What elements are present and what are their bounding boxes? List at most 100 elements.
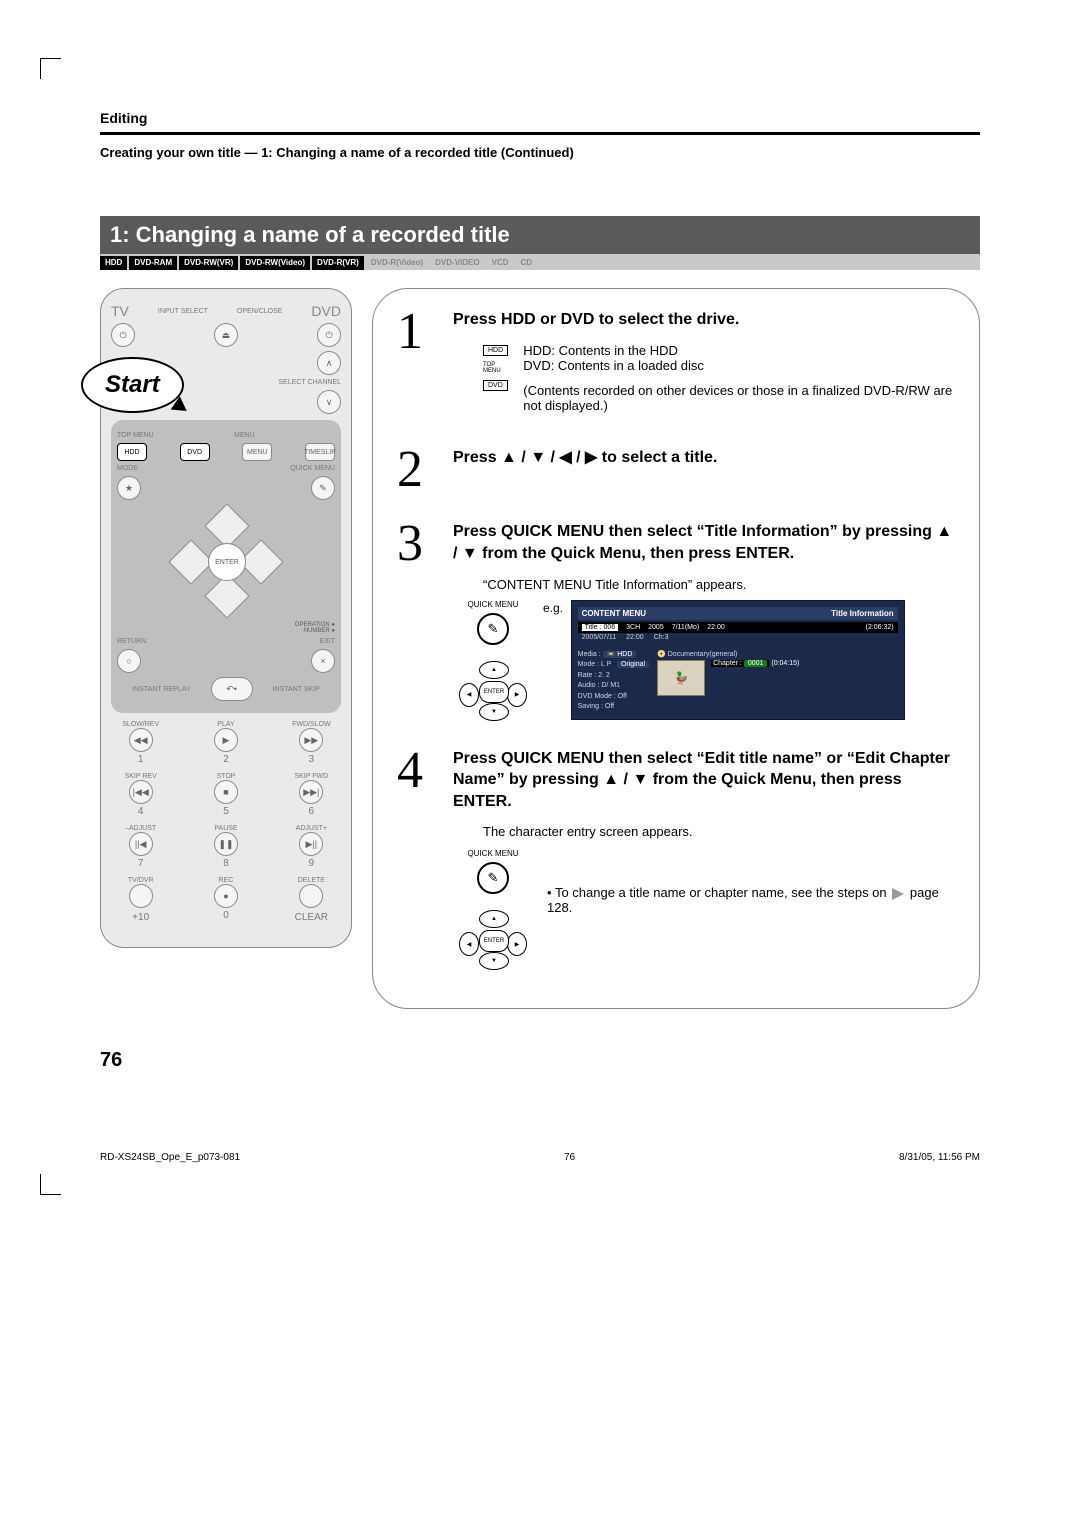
adjust-minus-label: –ADJUST	[111, 825, 170, 832]
num-8: 8	[196, 858, 255, 869]
step-4: 4 Press QUICK MENU then select “Edit tit…	[397, 748, 955, 969]
power-tv-button: ⏻	[111, 323, 135, 347]
media-compat-row: HDD DVD-RAM DVD-RW(VR) DVD-RW(Video) DVD…	[100, 254, 980, 270]
osd-ch2: Ch:3	[654, 634, 669, 641]
step-4-heading: Press QUICK MENU then select “Edit title…	[453, 748, 955, 813]
select-channel-label: SELECT CHANNEL	[278, 379, 341, 386]
divider	[100, 132, 980, 135]
skip-fwd-button: ▶▶|	[299, 780, 323, 804]
step-3: 3 Press QUICK MENU then select “Title In…	[397, 521, 955, 719]
num-2: 2	[196, 754, 255, 765]
num-0: 0	[196, 910, 255, 921]
num-7: 7	[111, 858, 170, 869]
dvd-button: DVD	[180, 443, 210, 461]
step-4-dpad: ▲ ▼ ◀ ▶ ENTER	[465, 912, 521, 968]
instant-skip-label: INSTANT SKIP	[273, 686, 320, 693]
osd-ch: 3CH	[626, 624, 640, 631]
mode-label: MODE	[117, 465, 138, 472]
page-ref-arrow-icon	[892, 888, 904, 900]
remote-dpad: ENTER	[171, 506, 281, 616]
dpad-up-icon-2: ▲	[479, 910, 509, 928]
delete-label: DELETE	[282, 877, 341, 884]
adjust-plus-button: ▶||	[299, 832, 323, 856]
chip-dvdr-vr: DVD-R(VR)	[312, 256, 364, 270]
power-dvd-button: ⏻	[317, 323, 341, 347]
remote-open-close-label: OPEN/CLOSE	[237, 308, 283, 315]
hdd-mini-button: HDD	[483, 345, 508, 356]
osd-time: 22:00	[707, 624, 725, 631]
osd-year: 2005	[648, 624, 664, 631]
step-3-controls: QUICK MENU ✎ ▲ ▼ ◀ ▶ ENTER	[453, 600, 533, 719]
osd-date: 7/11(Mo)	[672, 624, 700, 631]
steps-panel: 1 Press HDD or DVD to select the drive. …	[372, 288, 980, 1009]
channel-down-button: ∨	[317, 390, 341, 414]
dpad-down-icon: ▼	[479, 703, 509, 721]
step-3-heading: Press QUICK MENU then select “Title Info…	[453, 521, 955, 564]
remote-control-illustration: Start TV INPUT SELECT OPEN/CLOSE DVD ⏻ ⏏…	[100, 288, 352, 948]
osd-time2: 22:00	[626, 634, 644, 641]
dpad-right-icon-2: ▶	[507, 932, 527, 956]
dpad-enter: ENTER	[208, 543, 246, 581]
return-button: ○	[117, 649, 141, 673]
breadcrumb: Creating your own title — 1: Changing a …	[100, 145, 980, 160]
footer-right: 8/31/05, 11:56 PM	[899, 1152, 980, 1163]
adjust-plus-label: ADJUST+	[282, 825, 341, 832]
footer-center: 76	[564, 1152, 575, 1163]
skip-fwd-label: SKIP FWD	[282, 773, 341, 780]
exit-button: ×	[311, 649, 335, 673]
step-2: 2 Press ▲ / ▼ / ◀ / ▶ to select a title.	[397, 447, 955, 494]
step-3-note: “CONTENT MENU Title Information” appears…	[483, 577, 955, 592]
return-label: RETURN	[117, 638, 146, 645]
step-4-bullet: • To change a title name or chapter name…	[547, 885, 955, 968]
step-4-note: The character entry screen appears.	[483, 824, 955, 839]
dpad-down-icon-2: ▼	[479, 952, 509, 970]
num-1: 1	[111, 754, 170, 765]
step-1-note-1: HDD: Contents in the HDD	[523, 343, 955, 358]
osd-title-label: Title : 006	[582, 624, 618, 631]
dvd-mini-button: DVD	[483, 380, 508, 391]
num-9: 9	[282, 858, 341, 869]
dpad-enter-icon: ENTER	[479, 681, 509, 703]
skip-rev-button: |◀◀	[129, 780, 153, 804]
start-callout: Start	[81, 357, 184, 413]
menu-button: MENU	[242, 443, 272, 461]
chip-dvdrw-video: DVD-RW(Video)	[240, 256, 310, 270]
step-2-number: 2	[397, 447, 441, 494]
stop-label: STOP	[196, 773, 255, 780]
step-3-dpad: ▲ ▼ ◀ ▶ ENTER	[465, 663, 521, 719]
step-4-number: 4	[397, 748, 441, 969]
play-button: ▶	[214, 728, 238, 752]
num-6: 6	[282, 806, 341, 817]
channel-up-button: ∧	[317, 351, 341, 375]
remote-input-select-label: INPUT SELECT	[158, 308, 208, 315]
footer: RD-XS24SB_Ope_E_p073-081 76 8/31/05, 11:…	[100, 1152, 980, 1163]
remote-transport-grid: SLOW/REV◀◀1 PLAY▶2 FWD/SLOW▶▶3 SKIP REV|…	[111, 721, 341, 923]
remote-dark-zone: TOP MENU MENU HDD DVD MENU TIMESLIP MODE…	[111, 420, 341, 713]
rec-button: ●	[214, 884, 238, 908]
osd-screenshot: CONTENT MENU Title Information Title : 0…	[571, 600, 905, 720]
pause-label: PAUSE	[196, 825, 255, 832]
chip-dvdr-video: DVD-R(Video)	[366, 256, 428, 270]
step-1-buttons: HDD TOP MENU DVD	[483, 343, 509, 393]
chip-dvdrw-vr: DVD-RW(VR)	[179, 256, 238, 270]
hdd-button: HDD	[117, 443, 147, 461]
quick-menu-label: QUICK MENU	[290, 465, 335, 472]
dpad-up-icon: ▲	[479, 661, 509, 679]
remote-dvd-label: DVD	[311, 303, 341, 319]
step-3-number: 3	[397, 521, 441, 719]
step-1-note-3: (Contents recorded on other devices or t…	[523, 383, 955, 413]
adjust-minus-button: ||◀	[129, 832, 153, 856]
remote-tv-label: TV	[111, 303, 129, 319]
number-label: NUMBER ●	[117, 628, 335, 634]
step-1-number: 1	[397, 309, 441, 419]
step-4-quickmenu-label: QUICK MENU	[467, 849, 518, 858]
quick-menu-icon: ✎	[477, 613, 509, 645]
dpad-left-icon-2: ◀	[459, 932, 479, 956]
tvdvr-button	[129, 884, 153, 908]
page-title: 1: Changing a name of a recorded title	[100, 216, 980, 254]
osd-section: Title Information	[831, 609, 894, 618]
footer-left: RD-XS24SB_Ope_E_p073-081	[100, 1152, 240, 1163]
osd-duration: (2:06:32)	[866, 624, 894, 631]
chip-vcd: VCD	[487, 256, 514, 270]
mode-button: ★	[117, 476, 141, 500]
